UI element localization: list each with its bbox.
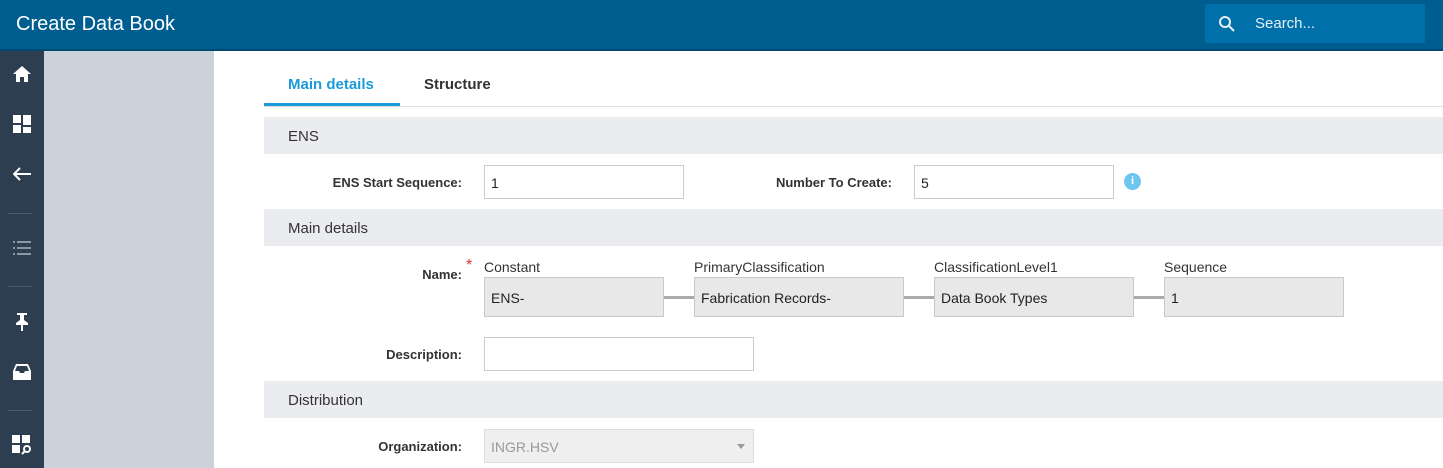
sidebar-divider xyxy=(8,410,32,411)
ens-start-sequence-input[interactable]: 1 xyxy=(484,165,684,199)
primary-classification-field: Fabrication Records- xyxy=(694,277,904,317)
section-distribution: Distribution xyxy=(264,381,1443,418)
constant-field: ENS- xyxy=(484,277,664,317)
sequence-header: Sequence xyxy=(1164,259,1228,275)
sidebar-divider xyxy=(8,286,32,287)
classification-level1-header: ClassificationLevel1 xyxy=(934,259,1058,275)
section-ens: ENS xyxy=(264,117,1443,154)
search-placeholder: Search... xyxy=(1255,15,1316,32)
primary-classification-header: PrimaryClassification xyxy=(694,259,825,275)
dashboard-icon[interactable] xyxy=(11,113,33,135)
ens-start-label: ENS Start Sequence: xyxy=(332,175,462,190)
connector xyxy=(664,296,696,299)
back-arrow-icon[interactable] xyxy=(11,163,33,185)
tab-structure[interactable]: Structure xyxy=(424,76,491,93)
pin-icon[interactable] xyxy=(11,311,33,333)
constant-header: Constant xyxy=(484,259,541,275)
active-tab-indicator xyxy=(264,103,400,106)
sidebar-divider xyxy=(8,213,32,214)
page-title: Create Data Book xyxy=(16,13,175,35)
search-apps-icon[interactable] xyxy=(11,434,33,456)
description-input[interactable] xyxy=(484,337,754,371)
classification-level1-field: Data Book Types xyxy=(934,277,1134,317)
number-to-create-label: Number To Create: xyxy=(775,175,892,190)
number-to-create-input[interactable]: 5 xyxy=(914,165,1114,199)
list-icon[interactable] xyxy=(11,237,33,259)
app-header: Create Data Book Search... xyxy=(0,0,1443,51)
description-label: Description: xyxy=(386,347,462,362)
side-panel xyxy=(44,51,214,468)
tab-bar: Main details Structure xyxy=(264,53,1443,107)
info-icon[interactable]: i xyxy=(1124,173,1141,190)
search-icon xyxy=(1219,16,1235,32)
connector xyxy=(1134,296,1164,299)
chevron-down-icon xyxy=(737,444,745,449)
required-marker: * xyxy=(466,257,473,274)
name-label: Name: xyxy=(422,267,462,282)
tab-main-details[interactable]: Main details xyxy=(288,76,374,93)
inbox-icon[interactable] xyxy=(11,361,33,383)
section-main-details: Main details xyxy=(264,209,1443,246)
organization-select: INGR.HSV xyxy=(484,429,754,463)
sequence-field: 1 xyxy=(1164,277,1344,317)
search-input[interactable]: Search... xyxy=(1205,4,1425,43)
organization-label: Organization: xyxy=(378,439,462,454)
home-icon[interactable] xyxy=(11,63,33,85)
connector xyxy=(904,296,934,299)
organization-value: INGR.HSV xyxy=(491,439,559,455)
sidebar xyxy=(0,51,44,468)
